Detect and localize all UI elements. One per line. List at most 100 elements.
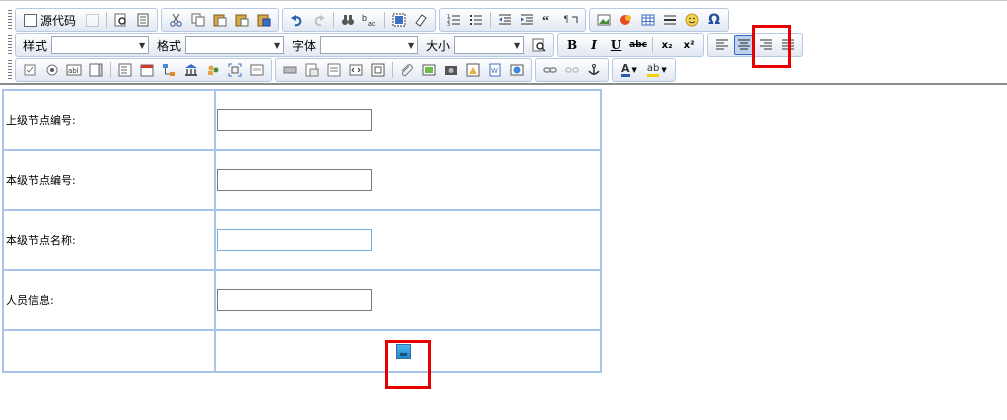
table-row: 本级节点编号: — [2, 149, 602, 211]
background-color-button[interactable]: ab ▼ — [643, 60, 671, 80]
style-select[interactable]: ▼ — [51, 36, 150, 54]
find-button[interactable] — [338, 10, 358, 30]
horizontal-rule-button[interactable] — [660, 10, 680, 30]
superscript-icon: x² — [683, 39, 695, 51]
numbered-list-button[interactable]: 123 — [444, 10, 464, 30]
table-button[interactable] — [638, 10, 658, 30]
word-doc-button[interactable]: W — [485, 60, 505, 80]
image-button-field-button[interactable] — [302, 60, 322, 80]
source-button[interactable]: 源代码 — [20, 10, 80, 30]
superscript-button[interactable]: x² — [679, 35, 699, 55]
radio-button[interactable] — [42, 60, 62, 80]
anchor-button[interactable] — [584, 60, 604, 80]
video-button[interactable] — [441, 60, 461, 80]
chevron-down-icon[interactable]: ▼ — [405, 37, 417, 53]
node-name-input[interactable] — [217, 229, 372, 251]
select-all-button[interactable] — [389, 10, 409, 30]
iframe-button[interactable] — [368, 60, 388, 80]
table-row: 人员信息: — [2, 269, 602, 331]
button-field-icon — [283, 66, 297, 74]
create-div-button[interactable]: ¶ — [561, 10, 581, 30]
node-id-input[interactable] — [217, 169, 372, 191]
underline-button[interactable]: U — [606, 35, 626, 55]
blockquote-button[interactable]: “ — [539, 10, 559, 30]
dialog-button[interactable] — [225, 60, 245, 80]
toolbar-group-lists: 123 “ ¶ — [439, 8, 587, 32]
zoom-icon — [532, 38, 546, 52]
picture-icon — [422, 64, 436, 76]
paste-text-button[interactable] — [232, 10, 252, 30]
personnel-info-input[interactable] — [217, 289, 372, 311]
unlink-button[interactable] — [562, 60, 582, 80]
font-select[interactable]: ▼ — [320, 36, 419, 54]
toolbar-grip[interactable] — [8, 35, 12, 55]
subscript-icon: x₂ — [661, 39, 673, 51]
text-color-button[interactable]: A ▼ — [617, 60, 641, 80]
undo-button[interactable] — [287, 10, 307, 30]
indent-button[interactable] — [517, 10, 537, 30]
special-char-button[interactable]: Ω — [704, 10, 724, 30]
bold-button[interactable]: B — [562, 35, 582, 55]
video-icon — [445, 66, 457, 75]
paste-word-button[interactable] — [254, 10, 274, 30]
save-button[interactable] — [82, 10, 102, 30]
hidden-field-button[interactable] — [324, 60, 344, 80]
select-field-icon — [118, 63, 132, 77]
cut-button[interactable] — [166, 10, 186, 30]
insert-image-button[interactable] — [419, 60, 439, 80]
italic-button[interactable]: I — [584, 35, 604, 55]
embed-button[interactable] — [346, 60, 366, 80]
subscript-button[interactable]: x₂ — [657, 35, 677, 55]
toolbar-grip[interactable] — [8, 10, 12, 30]
separator — [652, 37, 654, 53]
svg-text:3: 3 — [447, 22, 450, 27]
textfield-button[interactable]: abl — [64, 60, 84, 80]
chevron-down-icon[interactable]: ▼ — [632, 66, 637, 74]
templates-button[interactable] — [133, 10, 153, 30]
label-cell: 本级节点编号: — [2, 149, 216, 211]
users-button[interactable] — [203, 60, 223, 80]
bulleted-list-icon — [470, 15, 483, 25]
maximize-button[interactable] — [529, 35, 549, 55]
separator — [110, 62, 111, 78]
chevron-down-icon[interactable]: ▼ — [136, 37, 148, 53]
web-page-button[interactable] — [507, 60, 527, 80]
select-field-button[interactable] — [115, 60, 135, 80]
checkbox-button[interactable] — [20, 60, 40, 80]
bulleted-list-button[interactable] — [466, 10, 486, 30]
underline-icon: U — [610, 38, 622, 52]
strike-icon: abc — [629, 40, 647, 50]
button-field-button[interactable] — [280, 60, 300, 80]
remove-format-button[interactable] — [411, 10, 431, 30]
insert-video-button[interactable] — [463, 60, 483, 80]
template-icon — [137, 13, 149, 27]
replace-button[interactable]: b ac — [360, 10, 380, 30]
paste-button[interactable] — [210, 10, 230, 30]
redo-button[interactable] — [309, 10, 329, 30]
parent-node-id-input[interactable] — [217, 109, 372, 131]
format-select[interactable]: ▼ — [185, 36, 285, 54]
size-select[interactable]: ▼ — [454, 36, 525, 54]
org-chart-button[interactable] — [159, 60, 179, 80]
form-button[interactable] — [247, 60, 267, 80]
toolbar-grip[interactable] — [8, 60, 12, 80]
strike-button[interactable]: abc — [628, 35, 648, 55]
attachment-button[interactable] — [397, 60, 417, 80]
copy-button[interactable] — [188, 10, 208, 30]
calendar-button[interactable] — [137, 60, 157, 80]
link-button[interactable] — [540, 60, 560, 80]
toolbar-group-insert: Ω — [589, 8, 730, 32]
image-button[interactable] — [594, 10, 614, 30]
chevron-down-icon[interactable]: ▼ — [661, 66, 666, 74]
bank-button[interactable] — [181, 60, 201, 80]
outdent-button[interactable] — [495, 10, 515, 30]
textarea-button[interactable] — [86, 60, 106, 80]
align-left-button[interactable] — [712, 35, 732, 55]
table-row: 本级节点名称: — [2, 209, 602, 271]
preview-button[interactable] — [111, 10, 131, 30]
chevron-down-icon[interactable]: ▼ — [511, 37, 523, 53]
flash-button[interactable] — [616, 10, 636, 30]
chevron-down-icon[interactable]: ▼ — [271, 37, 283, 53]
smiley-button[interactable] — [682, 10, 702, 30]
table-row — [2, 329, 602, 373]
